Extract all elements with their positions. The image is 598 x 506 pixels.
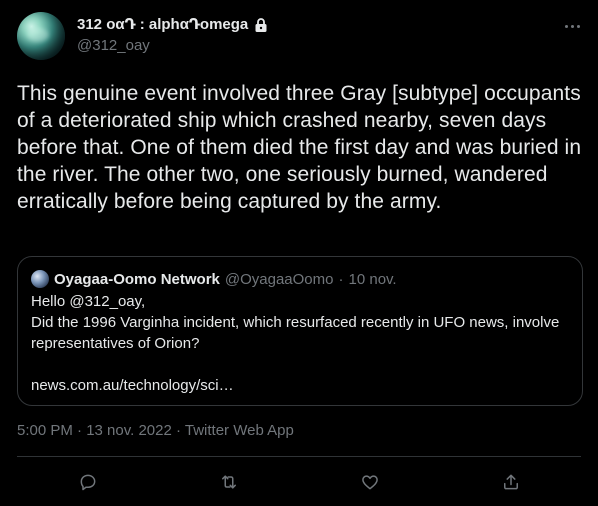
reply-icon — [80, 474, 96, 491]
quoted-line: representatives of Orion? — [31, 335, 200, 352]
author-name-row: 312 οαԴ : alphαԴomega — [77, 14, 517, 34]
author-display-name[interactable]: 312 οαԴ : alphαԴomega — [77, 15, 248, 33]
quoted-line: Did the 1996 Varginha incident, which re… — [31, 314, 560, 331]
quoted-date: 10 nov. — [348, 270, 397, 288]
more-icon — [564, 24, 568, 28]
retweet-icon — [222, 475, 236, 489]
quoted-tweet-body: Hello @312_oay, Did the 1996 Varginha in… — [31, 291, 569, 396]
divider — [17, 456, 581, 457]
quoted-line: Hello @312_oay, — [31, 293, 146, 310]
share-icon — [504, 474, 518, 490]
retweet-button[interactable] — [217, 470, 241, 494]
tweet-timestamp[interactable]: 5:00 PM · 13 nov. 2022 · Twitter Web App — [17, 422, 294, 439]
quoted-link[interactable]: news.com.au/technology/sci… — [31, 375, 569, 396]
quoted-tweet-header: Oyagaa-Oomo Network @OyagaaOomo · 10 nov… — [31, 269, 569, 289]
quoted-avatar — [31, 270, 49, 288]
quoted-spacer — [31, 354, 569, 375]
avatar[interactable] — [17, 12, 65, 60]
quoted-author-handle: @OyagaaOomo — [224, 270, 334, 288]
tweet-card: 312 οαԴ : alphαԴomega @312_oay This genu… — [0, 0, 598, 506]
heart-icon — [362, 475, 378, 490]
reply-button[interactable] — [76, 470, 100, 494]
quoted-author-name: Oyagaa-Oomo Network — [54, 270, 220, 288]
quoted-separator: · — [338, 270, 344, 288]
like-button[interactable] — [358, 470, 382, 494]
tweet-text: This genuine event involved three Gray [… — [17, 82, 582, 213]
author-handle[interactable]: @312_oay — [77, 37, 517, 57]
lock-icon — [254, 17, 268, 33]
author-block: 312 οαԴ : alphαԴomega @312_oay — [77, 14, 517, 57]
more-icon-dot — [576, 24, 580, 28]
more-options-button[interactable] — [560, 16, 584, 36]
more-icon-dot — [570, 24, 574, 28]
share-button[interactable] — [499, 470, 523, 494]
action-bar — [0, 466, 598, 498]
quoted-tweet[interactable]: Oyagaa-Oomo Network @OyagaaOomo · 10 nov… — [17, 256, 583, 406]
